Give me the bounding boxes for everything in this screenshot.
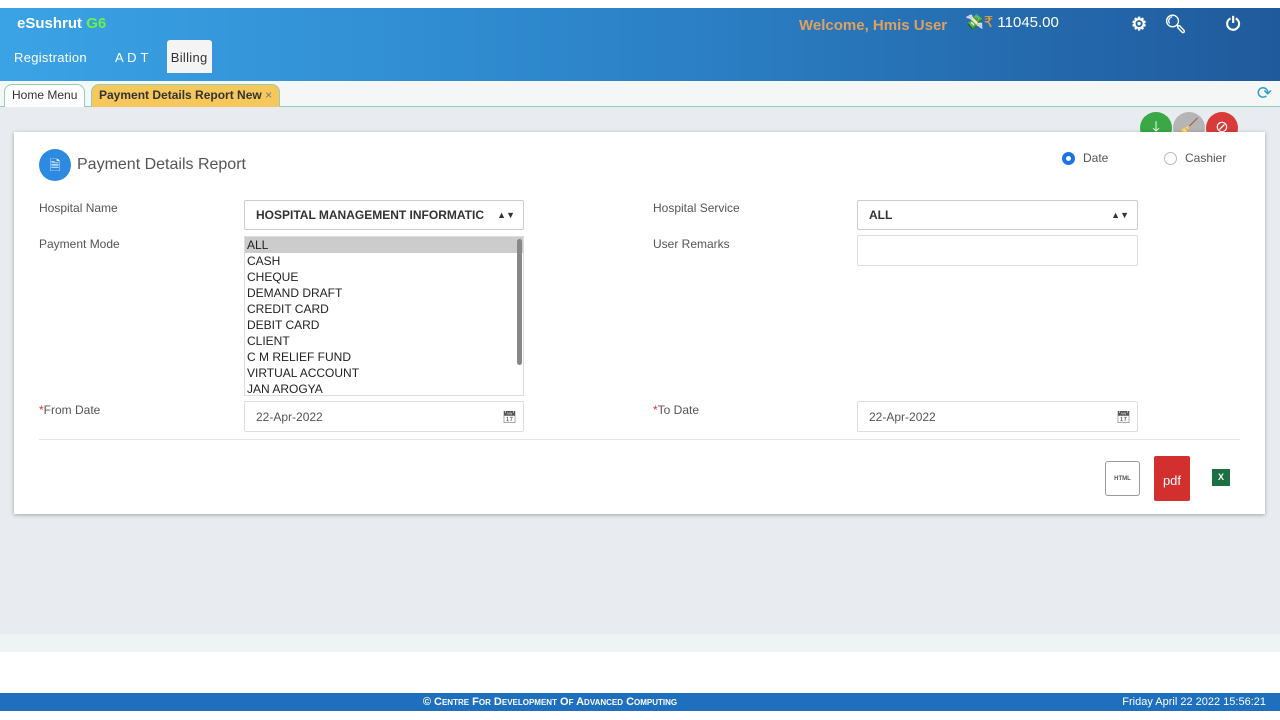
- list-item[interactable]: CASH: [245, 253, 523, 269]
- menu-registration[interactable]: Registration: [0, 40, 101, 73]
- power-icon[interactable]: ⏻: [1226, 14, 1240, 35]
- html-export-button[interactable]: HTML: [1105, 461, 1140, 496]
- select-value: HOSPITAL MANAGEMENT INFORMATIC: [256, 208, 484, 222]
- list-item[interactable]: CHEQUE: [245, 269, 523, 285]
- radio-cashier[interactable]: Cashier: [1164, 151, 1226, 165]
- pdf-file-icon: pdf: [1162, 473, 1182, 488]
- radio-circle[interactable]: [1062, 151, 1075, 165]
- user-remarks-label: User Remarks: [653, 237, 730, 251]
- updown-icon: ▲▼: [497, 210, 515, 220]
- to-date-label: *To Date: [653, 403, 699, 417]
- calendar-icon[interactable]: 📅︎: [1116, 402, 1131, 432]
- payment-mode-label: Payment Mode: [39, 237, 120, 251]
- select-value: ALL: [869, 208, 893, 222]
- hospital-service-select[interactable]: ALL ▲▼: [857, 200, 1138, 230]
- title-text: Payment Details Report: [77, 156, 246, 173]
- tab-bar: Home Menu Payment Details Report New × ⟳: [0, 81, 1280, 107]
- refresh-icon[interactable]: ⟳: [1257, 83, 1272, 104]
- copyright-text: © Centre For Development Of Advanced Com…: [422, 696, 678, 708]
- list-item[interactable]: JAN AROGYA: [245, 381, 523, 395]
- list-item[interactable]: CREDIT CARD: [245, 301, 523, 317]
- money-icon: 💸: [965, 14, 984, 31]
- app-header: eSushrut G6 Registration A D T Billing W…: [0, 8, 1280, 81]
- menu-billing[interactable]: Billing: [166, 40, 212, 73]
- welcome-text: Welcome, Hmis User: [799, 17, 948, 34]
- list-item[interactable]: ALL: [245, 237, 523, 253]
- hospital-service-label: Hospital Service: [653, 201, 740, 215]
- brand-suffix: G6: [86, 15, 107, 32]
- main-menu: Registration A D T Billing: [0, 40, 212, 73]
- page-title: 🗎 Payment Details Report: [39, 149, 246, 181]
- hospital-name-select[interactable]: HOSPITAL MANAGEMENT INFORMATIC ▲▼: [244, 200, 524, 230]
- tab-label: Payment Details Report New: [99, 88, 262, 102]
- radio-label: Cashier: [1185, 151, 1227, 165]
- datetime-text: Friday April 22 2022 15:56:21: [1122, 696, 1266, 708]
- hospital-name-label: Hospital Name: [39, 201, 118, 215]
- user-remarks-input[interactable]: [857, 235, 1138, 266]
- date-value: 22-Apr-2022: [869, 410, 936, 424]
- brand-name: eSushrut: [17, 15, 83, 32]
- report-panel: 🗎 Payment Details Report Date Cashier Hos…: [14, 132, 1265, 514]
- date-value: 22-Apr-2022: [256, 410, 323, 424]
- to-date-input[interactable]: 22-Apr-2022 📅︎: [857, 401, 1138, 432]
- excel-export-button[interactable]: X: [1212, 469, 1230, 486]
- list-item[interactable]: DEBIT CARD: [245, 317, 523, 333]
- content-area: ⤓ 🧹 ⊘ 🗎 Payment Details Report Date Cashi…: [0, 107, 1280, 634]
- calendar-icon[interactable]: 📅︎: [502, 402, 517, 432]
- from-date-label: *From Date: [39, 403, 100, 417]
- radio-circle[interactable]: [1164, 151, 1177, 165]
- document-icon: 🗎: [39, 149, 71, 181]
- footer: © Centre For Development Of Advanced Com…: [0, 693, 1280, 711]
- balance: 💸₹ 11045.00: [965, 13, 1059, 31]
- radio-label: Date: [1083, 151, 1109, 165]
- pdf-export-button[interactable]: pdf: [1154, 456, 1190, 501]
- search-icon[interactable]: 🔍︎: [1164, 14, 1187, 35]
- list-item[interactable]: C M RELIEF FUND: [245, 349, 523, 365]
- html-file-icon: HTML: [1114, 476, 1131, 482]
- currency-symbol: ₹: [983, 14, 994, 31]
- tab-home-menu[interactable]: Home Menu: [4, 84, 86, 107]
- divider: [39, 439, 1240, 440]
- from-date-input[interactable]: 22-Apr-2022 📅︎: [244, 401, 524, 432]
- list-item[interactable]: VIRTUAL ACCOUNT: [245, 365, 523, 381]
- brand-logo: eSushrut G6: [17, 15, 106, 32]
- label-text: To Date: [657, 403, 700, 417]
- label-text: From Date: [43, 403, 101, 417]
- list-item[interactable]: CLIENT: [245, 333, 523, 349]
- close-icon[interactable]: ×: [265, 88, 272, 102]
- scrollbar[interactable]: [517, 239, 522, 365]
- menu-adt[interactable]: A D T: [101, 40, 163, 73]
- excel-icon: X: [1217, 472, 1224, 482]
- payment-mode-list[interactable]: ALL CASH CHEQUE DEMAND DRAFT CREDIT CARD…: [244, 236, 524, 396]
- list-item[interactable]: DEMAND DRAFT: [245, 285, 523, 301]
- tab-payment-details-report[interactable]: Payment Details Report New ×: [91, 84, 281, 107]
- gear-icon[interactable]: ⚙: [1131, 14, 1147, 35]
- balance-amount: 11045.00: [997, 14, 1059, 31]
- radio-date[interactable]: Date: [1062, 151, 1108, 165]
- spacer: [0, 634, 1280, 652]
- updown-icon: ▲▼: [1111, 210, 1129, 220]
